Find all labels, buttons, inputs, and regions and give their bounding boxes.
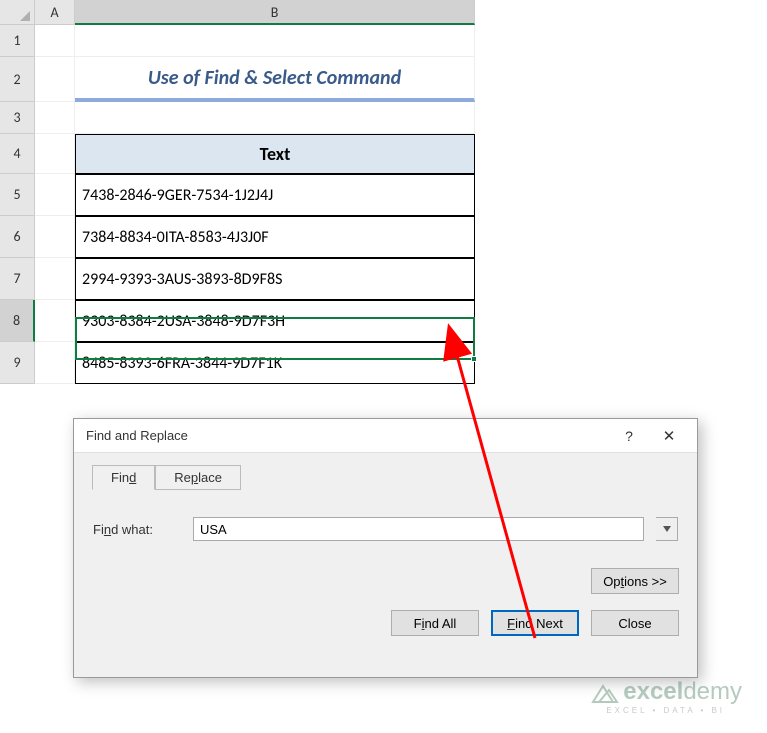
find-all-button[interactable]: Find All: [391, 610, 479, 636]
row-header-6[interactable]: 6: [0, 216, 35, 258]
table-row[interactable]: 2994-9393-3AUS-3893-8D9F8S: [75, 258, 475, 300]
find-replace-dialog: Find and Replace ? ✕ Find Replace Find w…: [73, 418, 698, 678]
row-header-5[interactable]: 5: [0, 174, 35, 216]
find-what-dropdown[interactable]: [656, 517, 678, 541]
dialog-close-button[interactable]: ✕: [649, 427, 689, 445]
table-row[interactable]: 7384-8834-0ITA-8583-4J3J0F: [75, 216, 475, 258]
options-button[interactable]: Options >>: [591, 568, 679, 594]
table-header[interactable]: Text: [75, 134, 475, 174]
row-header-3[interactable]: 3: [0, 102, 35, 134]
cell-grid[interactable]: Use of Find & Select Command Text 7438-2…: [35, 25, 475, 384]
table-row[interactable]: 9303-8384-2USA-3848-9D7F3H: [75, 300, 475, 342]
find-what-label: Find what:: [93, 522, 181, 537]
find-next-button[interactable]: Find Next: [491, 610, 579, 636]
row-header-7[interactable]: 7: [0, 258, 35, 300]
col-header-A[interactable]: A: [35, 0, 75, 25]
select-all-corner[interactable]: [0, 0, 35, 25]
row-header-4[interactable]: 4: [0, 134, 35, 174]
row-header-2[interactable]: 2: [0, 57, 35, 102]
close-button[interactable]: Close: [591, 610, 679, 636]
watermark: exceldemy EXCEL • DATA • BI: [589, 678, 742, 715]
row-header-8[interactable]: 8: [0, 300, 35, 342]
row-header-1[interactable]: 1: [0, 25, 35, 57]
tab-find[interactable]: Find: [92, 465, 155, 490]
tab-replace[interactable]: Replace: [155, 465, 241, 490]
dialog-titlebar[interactable]: Find and Replace ? ✕: [74, 419, 697, 453]
tab-row: Find Replace: [92, 465, 697, 490]
find-what-input[interactable]: [193, 517, 644, 541]
table-row[interactable]: 7438-2846-9GER-7534-1J2J4J: [75, 174, 475, 216]
find-panel: Find what:: [74, 490, 697, 550]
dialog-help-button[interactable]: ?: [609, 428, 649, 444]
col-header-B[interactable]: B: [75, 0, 475, 25]
row-header-9[interactable]: 9: [0, 342, 35, 384]
title-cell[interactable]: Use of Find & Select Command: [75, 57, 475, 102]
dialog-title: Find and Replace: [86, 428, 609, 443]
table-row[interactable]: 8485-8393-6FRA-3844-9D7F1K: [75, 342, 475, 384]
logo-icon: [589, 684, 619, 706]
chevron-down-icon: [663, 526, 671, 532]
